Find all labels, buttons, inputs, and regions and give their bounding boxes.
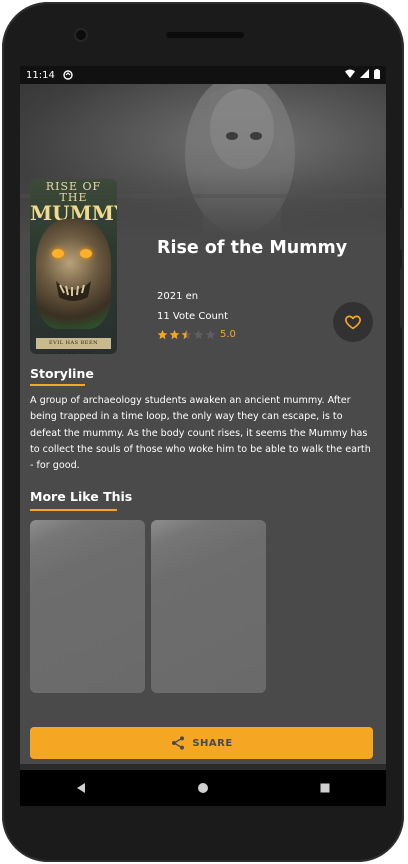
star-filled-icon [169,329,180,340]
star-half-icon [181,329,192,340]
share-icon [172,736,185,750]
back-icon[interactable] [75,782,87,794]
rating-value: 5.0 [220,329,236,340]
movie-title: Rise of the Mummy [157,238,348,258]
recents-icon[interactable] [319,782,331,794]
storyline-underline [30,384,85,386]
favorite-button[interactable] [333,302,373,342]
star-empty-icon [193,329,204,340]
app-screen: 11:14 RISE OF THE MUMM EVIL HAS BEEN UNE… [20,66,386,806]
power-button [400,268,404,328]
star-empty-icon [205,329,216,340]
poster-mummy-face [36,219,111,329]
similar-movie-card[interactable] [151,520,266,693]
star-filled-icon [157,329,168,340]
storyline-heading: Storyline [30,366,94,381]
status-time: 11:14 [26,69,55,81]
volume-button [400,208,404,250]
front-camera [76,30,86,40]
release-year-language: 2021 en [157,291,199,302]
poster-tagline: EVIL HAS BEEN UNEARTHED [36,338,111,354]
movie-poster[interactable]: RISE OF THE MUMMY EVIL HAS BEEN UNEARTHE… [30,179,117,354]
star-rating [157,329,216,340]
more-like-this-underline [30,509,117,511]
earpiece-speaker [166,32,244,38]
system-nav-bar [20,770,386,806]
similar-movie-card[interactable] [30,520,145,693]
battery-icon [374,68,380,82]
wifi-icon [345,69,355,81]
status-bar: 11:14 [20,66,386,84]
heart-icon [345,315,361,330]
sync-icon [63,70,73,80]
storyline-text: A group of archaeology students awaken a… [30,395,371,472]
vote-count: 11 Vote Count [157,311,229,322]
more-like-this-heading: More Like This [30,489,133,504]
share-button[interactable]: SHARE [30,727,373,759]
poster-title: RISE OF THE MUMMY [30,180,117,225]
home-icon[interactable] [197,782,209,794]
share-label: SHARE [192,737,233,749]
signal-icon [360,69,369,81]
